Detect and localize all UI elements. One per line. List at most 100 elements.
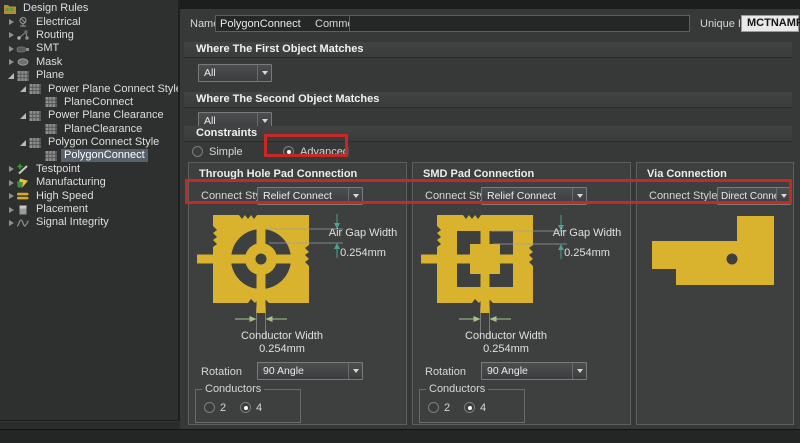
expander-expanded-icon[interactable] (18, 140, 28, 146)
tree-item-label: Signal Integrity (33, 216, 112, 229)
smd-pad-diagram: Air Gap Width 0.254mm Conductor Width 0.… (421, 211, 625, 359)
smd-pad (470, 244, 500, 274)
rotation-value: 90 Angle (258, 365, 348, 377)
panel-title: Via Connection (647, 168, 727, 180)
conductor-width-value: 0.254mm (431, 343, 581, 355)
tree-item-label: Testpoint (33, 163, 83, 176)
tree-item-signal-integrity[interactable]: Signal Integrity (0, 216, 178, 229)
through-hole-rotation-dropdown[interactable]: 90 Angle (257, 362, 363, 380)
smd-rotation-dropdown[interactable]: 90 Angle (481, 362, 587, 380)
rule-grid-icon (44, 96, 58, 108)
dialog-bottom-bar (0, 429, 800, 443)
high-speed-icon (16, 190, 30, 202)
advanced-mode-radio[interactable] (283, 146, 294, 157)
conductors-groupbox: Conductors 2 4 (195, 389, 301, 423)
conductors-2-radio[interactable] (204, 402, 215, 413)
expander-collapsed-icon[interactable] (6, 193, 16, 199)
air-gap-width-label: Air Gap Width (549, 227, 625, 239)
connect-style-value: Direct Connect (718, 191, 776, 202)
tree-item-placement[interactable]: Placement (0, 203, 178, 216)
chevron-down-icon (577, 369, 583, 373)
via-diagram-svg (645, 211, 785, 311)
expander-expanded-icon[interactable] (6, 73, 16, 79)
smd-pad-connection-panel: SMD Pad Connection Connect Style Relief … (412, 162, 631, 425)
rotation-label: Rotation (425, 366, 466, 378)
testpoint-icon (16, 163, 30, 175)
via-connect-style-dropdown[interactable]: Direct Connect (717, 187, 791, 205)
dropdown-button[interactable] (572, 363, 586, 379)
panel-title: Through Hole Pad Connection (199, 168, 357, 180)
first-object-scope-value: All (199, 67, 257, 79)
tree-item-testpoint[interactable]: Testpoint (0, 163, 178, 176)
dropdown-button[interactable] (776, 188, 790, 204)
rotation-label: Rotation (201, 366, 242, 378)
tree-item-electrical[interactable]: Electrical (0, 15, 178, 28)
chevron-down-icon (577, 194, 583, 198)
manufacturing-icon (16, 177, 30, 189)
conductor-width-dimension-arrows (459, 316, 511, 322)
design-rules-tree: Design Rules Electrical Routing SMT Mask… (0, 0, 180, 421)
rule-grid-icon (28, 137, 42, 149)
conductors-4-radio[interactable] (240, 402, 251, 413)
smd-connect-style-dropdown[interactable]: Relief Connect (481, 187, 587, 205)
simple-mode-radio[interactable] (192, 146, 203, 157)
tree-item-routing[interactable]: Routing (0, 29, 178, 42)
tree-item-design-rules[interactable]: Design Rules (0, 2, 178, 15)
pad-hole (256, 254, 267, 265)
expander-collapsed-icon[interactable] (6, 220, 16, 226)
tree-item-mask[interactable]: Mask (0, 56, 178, 69)
conductors-4-radio[interactable] (464, 402, 475, 413)
tree-item-plane-clearance[interactable]: PlaneClearance (0, 123, 178, 136)
relief-spoke-horizontal (421, 255, 515, 264)
section-second-object-matches: Where The Second Object Matches (184, 92, 792, 108)
connect-style-value: Relief Connect (258, 190, 348, 202)
panel-title: SMD Pad Connection (423, 168, 534, 180)
section-constraints: Constraints (184, 126, 792, 142)
expander-expanded-icon[interactable] (18, 86, 28, 92)
rotation-value: 90 Angle (482, 365, 572, 377)
sidebar-footer-filler (0, 422, 180, 429)
signal-integrity-icon (16, 217, 30, 229)
expander-collapsed-icon[interactable] (6, 46, 16, 52)
tree-item-plane[interactable]: Plane (0, 69, 178, 82)
tree-item-polygon-connect-style[interactable]: Polygon Connect Style (0, 136, 178, 149)
tree-item-power-plane-connect-style[interactable]: Power Plane Connect Style (0, 82, 178, 95)
smt-icon (16, 43, 30, 55)
chevron-down-icon (353, 369, 359, 373)
dropdown-button[interactable] (348, 363, 362, 379)
connect-style-label: Connect Style (649, 190, 717, 202)
first-object-scope-dropdown[interactable]: All (198, 64, 272, 82)
dropdown-button[interactable] (257, 65, 271, 81)
comment-input[interactable] (349, 15, 690, 32)
via-connection-panel: Via Connection Connect Style Direct Conn… (636, 162, 794, 425)
tree-item-label: Routing (33, 29, 77, 42)
copper-polygon-shape (652, 216, 774, 285)
dropdown-button[interactable] (348, 188, 362, 204)
tree-item-power-plane-clearance[interactable]: Power Plane Clearance (0, 109, 178, 122)
expander-expanded-icon[interactable] (18, 113, 28, 119)
expander-collapsed-icon[interactable] (6, 166, 16, 172)
expander-collapsed-icon[interactable] (6, 180, 16, 186)
conductors-2-radio[interactable] (428, 402, 439, 413)
tree-item-label: High Speed (33, 190, 97, 203)
tree-item-label: Power Plane Clearance (45, 109, 167, 122)
through-hole-connect-style-dropdown[interactable]: Relief Connect (257, 187, 363, 205)
conductors-legend: Conductors (202, 383, 264, 395)
conductors-4-label: 4 (480, 402, 486, 414)
conductor-width-label: Conductor Width (431, 330, 581, 342)
folder-icon (3, 3, 17, 15)
unique-id-value[interactable]: MCTNAMFK (741, 15, 799, 32)
expander-collapsed-icon[interactable] (6, 207, 16, 213)
tree-item-polygon-connect-selected[interactable]: PolygonConnect (0, 149, 178, 162)
tree-item-smt[interactable]: SMT (0, 42, 178, 55)
via-direct-connect-diagram (645, 211, 785, 311)
expander-collapsed-icon[interactable] (6, 32, 16, 38)
tree-item-label: Placement (33, 203, 91, 216)
air-gap-width-value: 0.254mm (549, 247, 625, 259)
dropdown-button[interactable] (572, 188, 586, 204)
expander-collapsed-icon[interactable] (6, 19, 16, 25)
tree-item-manufacturing[interactable]: Manufacturing (0, 176, 178, 189)
tree-item-plane-connect[interactable]: PlaneConnect (0, 96, 178, 109)
expander-collapsed-icon[interactable] (6, 59, 16, 65)
tree-item-high-speed[interactable]: High Speed (0, 189, 178, 202)
